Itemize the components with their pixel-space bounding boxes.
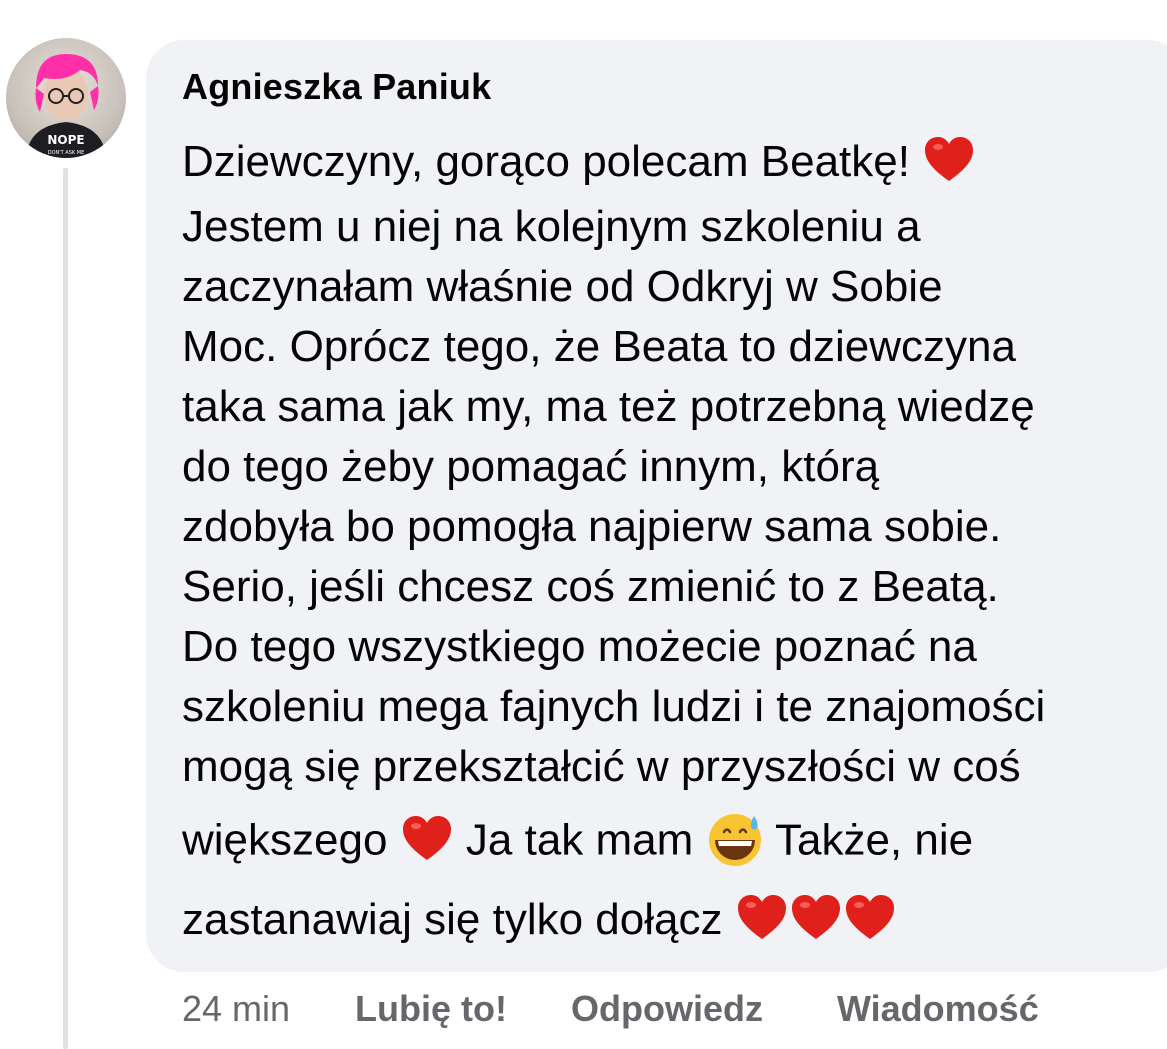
comment-author[interactable]: Agnieszka Paniuk (182, 66, 491, 108)
message-button[interactable]: Wiadomość (837, 988, 1039, 1030)
comment-line: Moc. Oprócz tego, że Beata to dziewczyna (182, 322, 1016, 371)
comment-line: większego Ja tak mam Także, nie (182, 814, 974, 868)
comment-line: Jestem u niej na kolejnym szkoleniu a (182, 202, 921, 251)
heart-emoji-icon (735, 891, 789, 945)
comment-line: zdobyła bo pomogła najpierw sama sobie. (182, 502, 1002, 551)
avatar[interactable]: NOPE DON'T ASK ME (6, 38, 126, 158)
comment-line: Dziewczyny, gorąco polecam Beatkę! (182, 137, 976, 187)
like-button[interactable]: Lubię to! (355, 988, 507, 1030)
comment-line: mogą się przekształcić w przyszłości w c… (182, 742, 1021, 791)
comment-line: do tego żeby pomagać innym, którą (182, 442, 880, 491)
comment-line: taka sama jak my, ma też potrzebną wiedz… (182, 382, 1035, 431)
comment-text: Ja tak mam (465, 815, 694, 865)
comment-thread: NOPE DON'T ASK ME Agnieszka Paniuk Dziew… (0, 0, 1167, 1049)
heart-emoji-icon (400, 812, 454, 866)
grinning-sweat-emoji-icon (706, 810, 764, 868)
comment-line: Do tego wszystkiego możecie poznać na (182, 622, 977, 671)
comment-line: zaczynałam właśnie od Odkryj w Sobie (182, 262, 943, 311)
comment-line: Serio, jeśli chcesz coś zmienić to z Bea… (182, 562, 999, 611)
comment-text: większego (182, 815, 388, 865)
reply-button[interactable]: Odpowiedz (571, 988, 763, 1030)
avatar-shirt-text: NOPE (47, 133, 84, 147)
comment-text: Także, nie (774, 815, 974, 865)
comment-line: zastanawiaj się tylko dołącz (182, 895, 897, 945)
comment-text: zastanawiaj się tylko dołącz (182, 895, 723, 944)
heart-emoji-icon (843, 891, 897, 945)
timestamp[interactable]: 24 min (182, 988, 290, 1030)
heart-emoji-icon (789, 891, 843, 945)
avatar-shirt-subtext: DON'T ASK ME (48, 150, 84, 156)
thread-line (63, 168, 68, 1049)
comment-text: Dziewczyny, gorąco polecam Beatkę! (182, 137, 910, 186)
comment-line: szkoleniu mega fajnych ludzi i te znajom… (182, 682, 1046, 731)
heart-emoji-icon (922, 133, 976, 187)
